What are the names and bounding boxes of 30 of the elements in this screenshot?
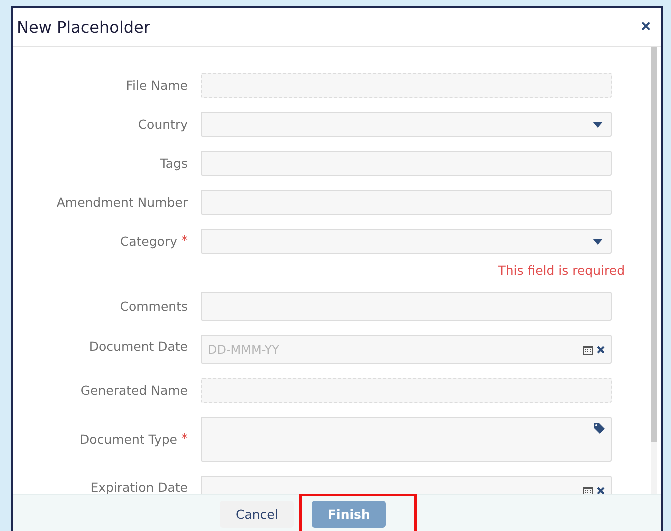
required-mark: * [182, 234, 188, 249]
dropdown-field[interactable] [201, 112, 612, 137]
calendar-icon[interactable] [583, 486, 593, 494]
caret-icon [593, 122, 603, 128]
field-label: Country [138, 117, 188, 132]
tag-icon [594, 423, 605, 434]
input-field[interactable] [201, 190, 612, 215]
clear-icon[interactable] [597, 346, 605, 354]
dropdown-field[interactable] [201, 229, 612, 254]
field-label: Document Type [80, 432, 178, 447]
tag-field[interactable] [201, 417, 612, 462]
dialog-title: New Placeholder [17, 18, 150, 36]
required-mark: * [182, 432, 188, 447]
cancel-button[interactable]: Cancel [220, 501, 294, 528]
scrollbar-thumb[interactable] [651, 47, 657, 442]
clear-icon[interactable] [597, 486, 605, 494]
field-label: Comments [120, 299, 188, 314]
input-field[interactable] [201, 151, 612, 176]
field-label: Document Date [89, 339, 188, 354]
field-label: Tags [160, 156, 188, 171]
caret-icon [593, 238, 603, 244]
field-label: Amendment Number [56, 195, 188, 210]
calendar-icon[interactable] [583, 344, 593, 354]
date-placeholder: DD-MMM-YY [208, 342, 280, 356]
error-message: This field is required [498, 263, 625, 278]
field-label: File Name [126, 78, 188, 93]
input-field[interactable] [201, 292, 612, 321]
field-label: Generated Name [80, 383, 188, 398]
close-button[interactable]: × [639, 17, 653, 37]
field-label: Category [120, 234, 178, 249]
